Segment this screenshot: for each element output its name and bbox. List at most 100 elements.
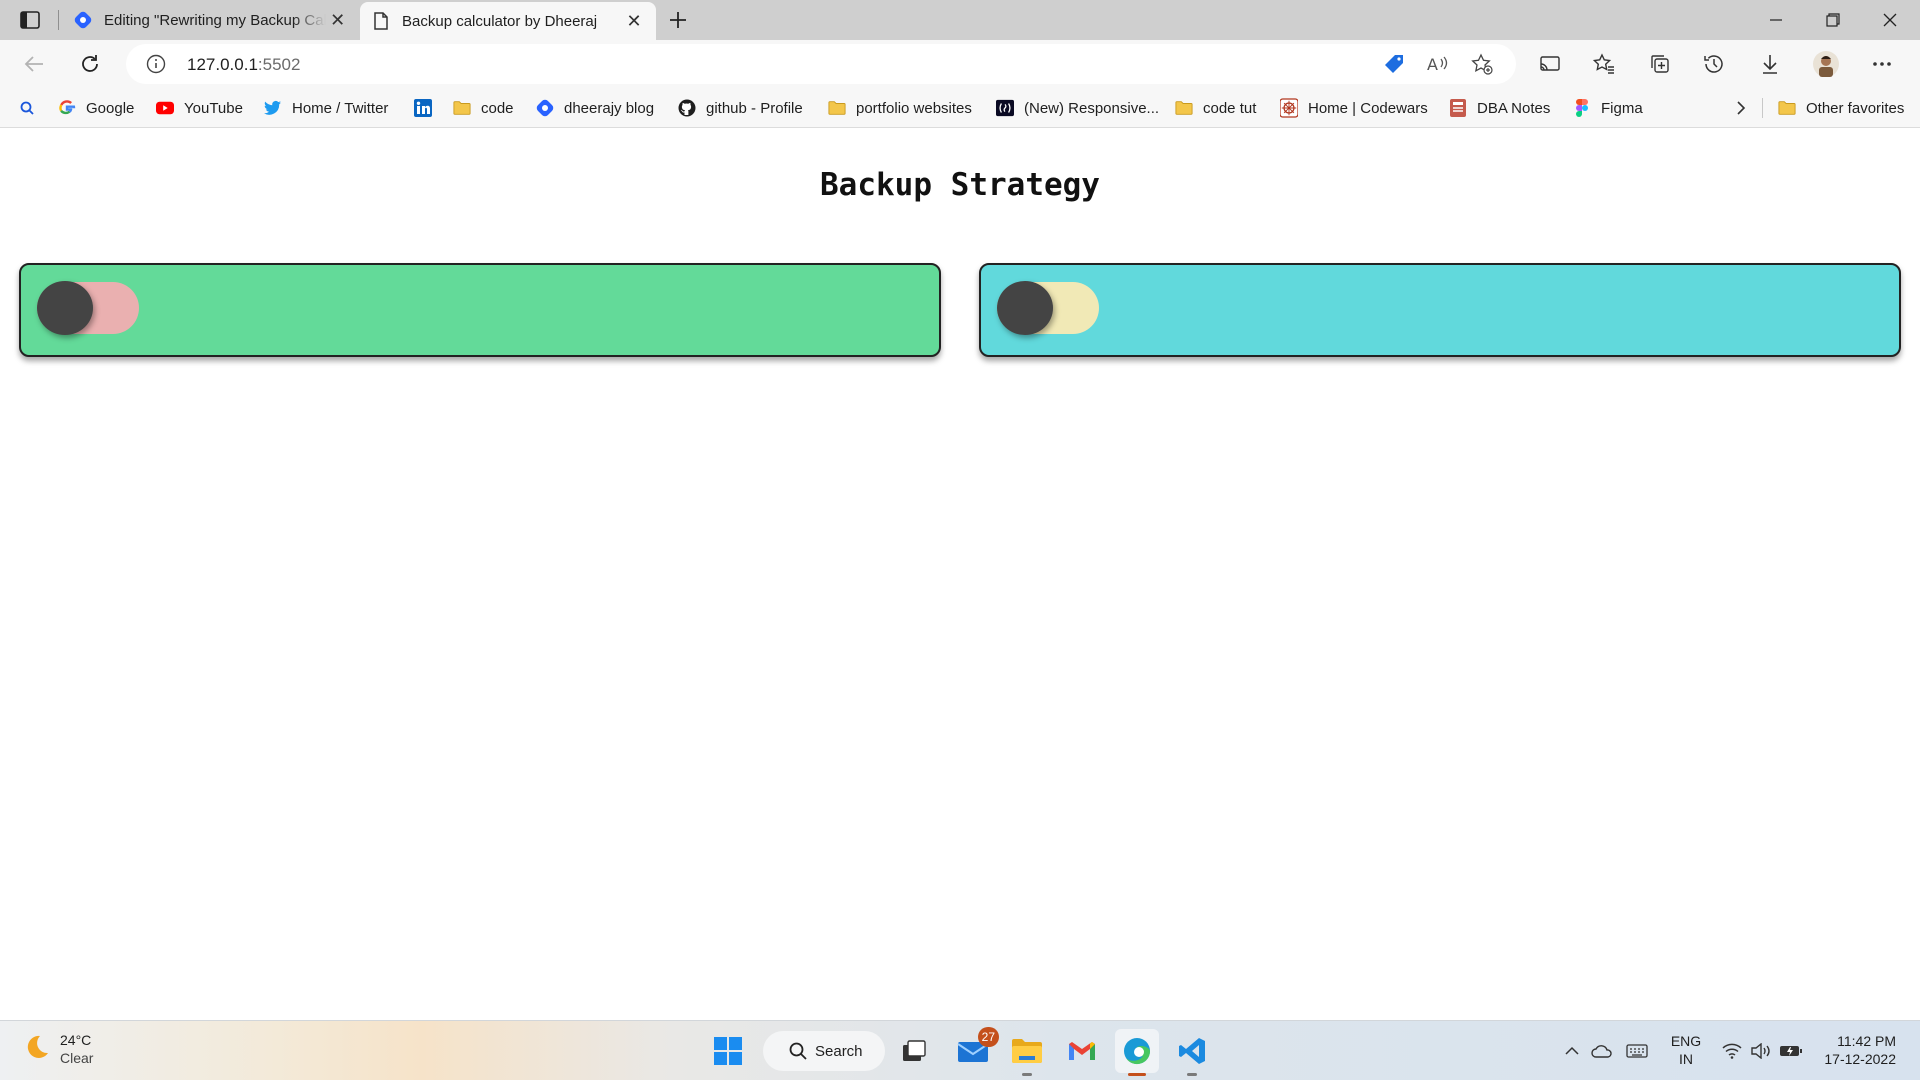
profile-avatar-icon[interactable] — [1812, 50, 1840, 78]
close-tab-icon[interactable]: ✕ — [326, 6, 349, 34]
favorite-dheerajy-blog[interactable]: dheerajy blog — [536, 88, 654, 128]
edge-browser-icon[interactable] — [1115, 1029, 1159, 1076]
more-options-icon[interactable] — [1868, 50, 1896, 78]
address-bar[interactable]: 127.0.0.1:5502 A — [126, 44, 1516, 84]
tab-backup-calculator[interactable]: Backup calculator by Dheeraj ✕ — [360, 2, 656, 40]
close-window-icon[interactable] — [1862, 0, 1918, 40]
add-favorite-icon[interactable] — [1470, 52, 1494, 76]
weather-widget[interactable]: 24°C Clear — [22, 1031, 93, 1067]
favorite-figma[interactable]: Figma — [1573, 88, 1643, 128]
favorite-twitter[interactable]: Home / Twitter — [264, 88, 388, 128]
battery-charging-icon[interactable] — [1776, 1031, 1806, 1071]
system-clock[interactable]: 11:42 PM 17-12-2022 — [1810, 1032, 1896, 1068]
search-icon — [18, 99, 36, 117]
weather-temp: 24°C — [60, 1032, 92, 1048]
favorite-label: YouTube — [184, 99, 243, 117]
minimize-icon[interactable] — [1748, 0, 1804, 40]
favorite-label: github - Profile — [706, 99, 803, 117]
collections-icon[interactable] — [1646, 50, 1674, 78]
keyboard-icon[interactable] — [1622, 1031, 1652, 1071]
folder-icon — [1778, 99, 1796, 117]
refresh-icon[interactable] — [76, 50, 104, 78]
toggle-switch-left[interactable] — [37, 281, 139, 335]
show-hidden-icons-chevron-icon[interactable] — [1557, 1031, 1587, 1071]
freecodecamp-icon — [996, 99, 1014, 117]
tab-separator — [58, 10, 59, 30]
coupon-tag-icon[interactable] — [1382, 52, 1406, 76]
task-view-icon[interactable] — [892, 1029, 936, 1073]
search-icon — [789, 1042, 807, 1060]
vscode-icon[interactable] — [1170, 1029, 1214, 1076]
other-favorites[interactable]: Other favorites — [1778, 88, 1904, 128]
weather-text: 24°C Clear — [60, 1031, 93, 1067]
file-explorer-icon[interactable] — [1005, 1029, 1049, 1076]
favorite-youtube[interactable]: YouTube — [156, 88, 243, 128]
toggle-switch-right[interactable] — [997, 281, 1099, 335]
running-indicator — [1022, 1073, 1032, 1076]
onedrive-cloud-icon[interactable] — [1587, 1031, 1617, 1071]
favorites-bar: Google YouTube Home / Twitter code dheer… — [0, 88, 1920, 128]
volume-icon[interactable] — [1746, 1031, 1776, 1071]
url-host: 127.0.0.1 — [187, 55, 258, 74]
taskbar-search[interactable]: Search — [763, 1031, 885, 1071]
favorite-label: portfolio websites — [856, 99, 972, 117]
favorite-search[interactable] — [18, 88, 46, 128]
more-favorites-chevron-icon[interactable] — [1736, 88, 1746, 128]
toggle-knob[interactable] — [997, 281, 1053, 335]
hashnode-icon — [74, 11, 92, 29]
favorite-label: Home | Codewars — [1308, 99, 1428, 117]
windows-taskbar: 24°C Clear Search 27 ENG IN 11:42 PM 17-… — [0, 1020, 1920, 1080]
favorite-portfolio-websites[interactable]: portfolio websites — [828, 88, 972, 128]
favorite-codewars[interactable]: Home | Codewars — [1280, 88, 1428, 128]
mail-badge: 27 — [977, 1027, 999, 1047]
folder-icon — [453, 99, 471, 117]
search-label: Search — [815, 1042, 863, 1060]
favorite-linkedin[interactable] — [414, 88, 442, 128]
strategy-card-right — [979, 263, 1901, 357]
mail-app-icon[interactable]: 27 — [951, 1027, 999, 1073]
favorite-github-profile[interactable]: github - Profile — [678, 88, 803, 128]
favorite-freecodecamp[interactable]: (New) Responsive... — [996, 88, 1159, 128]
favorite-label: DBA Notes — [1477, 99, 1551, 117]
running-indicator — [1128, 1073, 1146, 1076]
tab-strip: Editing "Rewriting my Backup Calculator"… — [0, 0, 1920, 40]
running-indicator — [1187, 1073, 1197, 1076]
tab-editing[interactable]: Editing "Rewriting my Backup Calculator"… — [62, 0, 357, 40]
favorite-label: (New) Responsive... — [1024, 99, 1160, 117]
moon-icon — [22, 1033, 50, 1066]
site-info-icon[interactable] — [146, 54, 166, 74]
new-tab-icon[interactable] — [664, 6, 692, 34]
youtube-icon — [156, 99, 174, 117]
favorite-code-tut[interactable]: code tut — [1175, 88, 1256, 128]
page-title: Backup Strategy — [820, 167, 1100, 203]
language-region: IN — [1679, 1051, 1693, 1067]
back-icon[interactable] — [20, 50, 48, 78]
restore-icon[interactable] — [1805, 0, 1861, 40]
hashnode-icon — [536, 99, 554, 117]
history-icon[interactable] — [1700, 50, 1728, 78]
tab-title: Backup calculator by Dheeraj — [402, 12, 598, 30]
tab-title: Editing "Rewriting my Backup Calculator" — [104, 11, 327, 29]
strategy-card-left — [19, 263, 941, 357]
toggle-knob[interactable] — [37, 281, 93, 335]
notes-icon — [1449, 99, 1467, 117]
start-button[interactable] — [706, 1029, 750, 1073]
gmail-icon[interactable] — [1060, 1029, 1104, 1073]
wifi-icon[interactable] — [1717, 1031, 1747, 1071]
favorite-google[interactable]: Google — [58, 88, 134, 128]
read-aloud-icon[interactable]: A — [1426, 52, 1450, 76]
language-indicator[interactable]: ENG IN — [1666, 1032, 1706, 1068]
favorite-code[interactable]: code — [453, 88, 514, 128]
codewars-icon — [1280, 98, 1298, 118]
favorites-icon[interactable] — [1590, 50, 1618, 78]
tab-actions-icon[interactable] — [16, 6, 44, 34]
favorite-dba-notes[interactable]: DBA Notes — [1449, 88, 1550, 128]
close-tab-icon[interactable]: ✕ — [620, 7, 648, 35]
language-code: ENG — [1670, 1033, 1702, 1049]
twitter-icon — [264, 99, 282, 117]
downloads-icon[interactable] — [1756, 50, 1784, 78]
figma-icon — [1573, 99, 1591, 117]
cast-icon[interactable] — [1536, 50, 1564, 78]
favorite-label: Home / Twitter — [292, 99, 389, 117]
favorite-label: code tut — [1203, 99, 1257, 117]
